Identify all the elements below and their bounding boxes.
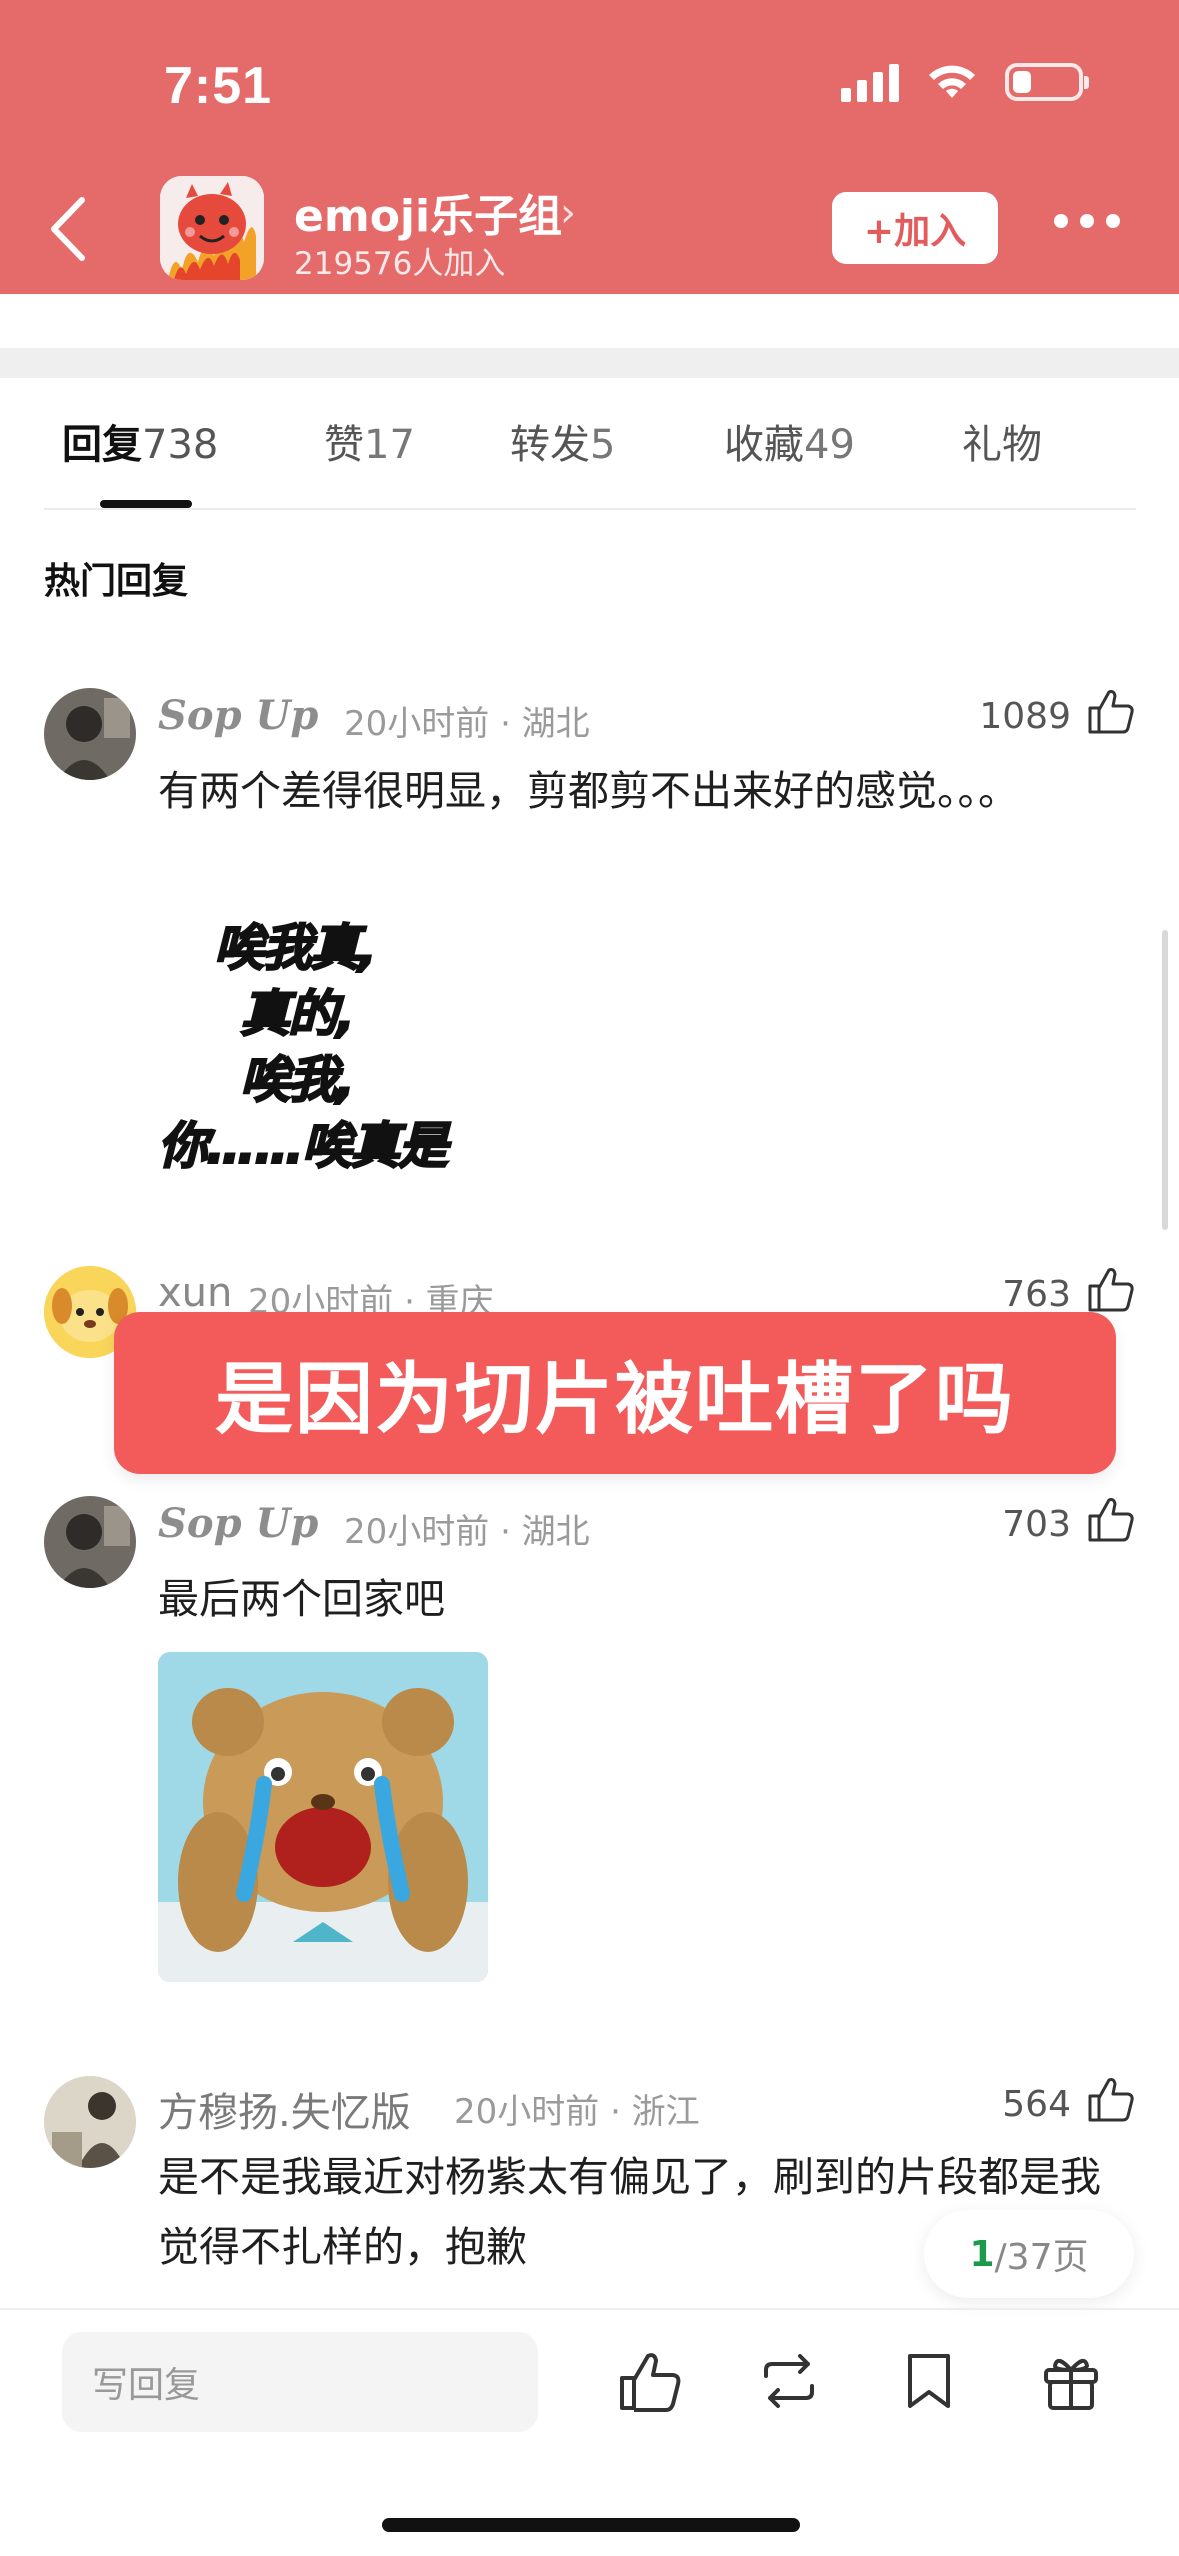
like-count: 1089: [979, 696, 1071, 737]
comment-author[interactable]: 方穆扬.失忆版: [158, 2080, 411, 2138]
wifi-icon: [929, 65, 975, 98]
group-name[interactable]: emoji乐子组: [294, 180, 562, 244]
tab-likes[interactable]: 赞17: [324, 412, 415, 470]
status-icons: [841, 62, 1089, 102]
page-indicator[interactable]: 1/37页: [924, 2210, 1134, 2298]
bottom-bar-divider: [0, 2308, 1179, 2310]
section-title: 热门回复: [44, 561, 189, 602]
join-button[interactable]: +加入: [832, 192, 998, 264]
user-avatar-icon: [44, 2076, 136, 2168]
total-pages: /37页: [994, 2237, 1089, 2278]
avatar[interactable]: [44, 1496, 136, 1588]
like-count: 703: [1002, 1504, 1071, 1545]
like-count: 564: [1002, 2084, 1071, 2125]
meme-line: 真的,: [239, 984, 356, 1044]
chevron-right-icon[interactable]: ›: [560, 190, 576, 236]
section-separator: [0, 348, 1179, 378]
active-tab-indicator: [100, 500, 192, 508]
like-icon[interactable]: [1086, 1264, 1136, 1314]
more-icon[interactable]: [1054, 214, 1120, 228]
gift-icon[interactable]: [1036, 2346, 1106, 2416]
crying-bear-sticker[interactable]: [158, 1652, 488, 1982]
comment-author[interactable]: Sop Up: [158, 1500, 318, 1547]
signal-icon: [841, 62, 899, 102]
member-count: 219576人加入: [294, 246, 506, 282]
tab-reposts[interactable]: 转发5: [510, 412, 615, 470]
like-icon[interactable]: [614, 2346, 684, 2416]
meme-line: 唉我真,: [213, 918, 378, 978]
monster-avatar-icon: [160, 176, 264, 280]
avatar[interactable]: [44, 2076, 136, 2168]
group-avatar[interactable]: [160, 176, 264, 280]
home-indicator[interactable]: [382, 2518, 800, 2532]
reply-tabs: 回复738 赞17 转发5 收藏49 礼物: [0, 412, 1179, 512]
user-avatar-icon: [44, 688, 136, 780]
user-avatar-icon: [44, 1496, 136, 1588]
comment-author[interactable]: xun: [158, 1270, 232, 1316]
back-icon[interactable]: [44, 194, 92, 264]
meme-text-image[interactable]: 唉我真, 真的, 唉我, 你……唉真是: [157, 908, 498, 1178]
reply-input[interactable]: 写回复: [62, 2332, 538, 2432]
comment-meta: 20小时前 · 湖北: [344, 704, 590, 744]
tab-gifts[interactable]: 礼物: [962, 412, 1042, 470]
tab-favorites[interactable]: 收藏49: [724, 412, 855, 470]
like-icon[interactable]: [1086, 686, 1136, 736]
crying-bear-icon: [158, 1652, 488, 1982]
like-count: 763: [1002, 1274, 1071, 1315]
comment-meta: 20小时前 · 浙江: [454, 2092, 700, 2132]
comment-author[interactable]: Sop Up: [158, 692, 318, 739]
battery-icon: [1005, 63, 1089, 101]
group-header: 7:51 emoji乐子组 › 219576人加入 +加入: [0, 0, 1179, 294]
tabs-divider: [44, 508, 1136, 510]
comment-text: 有两个差得很明显，剪都剪不出来好的感觉。。。: [158, 767, 1019, 815]
current-page: 1: [969, 2233, 995, 2275]
bookmark-icon[interactable]: [894, 2346, 964, 2416]
comment-meta: 20小时前 · 湖北: [344, 1512, 590, 1552]
meme-line: 唉我,: [239, 1050, 356, 1110]
scrollbar[interactable]: [1162, 930, 1168, 1230]
overlay-banner: 是因为切片被吐槽了吗: [114, 1312, 1116, 1474]
repost-icon[interactable]: [754, 2346, 824, 2416]
avatar[interactable]: [44, 688, 136, 780]
meme-line: 你……唉真是: [157, 1116, 449, 1176]
like-icon[interactable]: [1086, 2074, 1136, 2124]
tab-replies[interactable]: 回复738: [62, 412, 218, 470]
comment-text: 最后两个回家吧: [158, 1575, 445, 1623]
status-time: 7:51: [164, 57, 273, 115]
like-icon[interactable]: [1086, 1494, 1136, 1544]
